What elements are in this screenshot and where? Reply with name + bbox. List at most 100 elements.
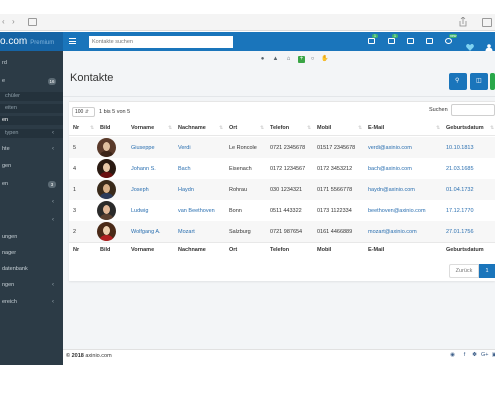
sidebar-item[interactable]: chüler [0, 92, 63, 101]
cell-geburtsdatum[interactable]: 27.01.1756 [446, 229, 474, 235]
sort-icon: ⇅ [90, 125, 95, 131]
cell-nr: 1 [73, 187, 77, 193]
cell-email[interactable]: haydn@axinio.com [368, 187, 415, 193]
cell-email[interactable]: bach@axinio.com [368, 166, 412, 172]
sidebar-item[interactable]: ngen ‹ [0, 281, 63, 290]
sidebar-toggle-icon[interactable] [28, 18, 37, 26]
cell-email[interactable]: beethoven@axinio.com [368, 208, 426, 214]
company-link[interactable]: axinio.com [85, 353, 111, 359]
cell-nachname[interactable]: Bach [178, 166, 191, 172]
sidebar-item[interactable]: ‹ [0, 198, 63, 207]
cell-vorname[interactable]: Ludwig [131, 208, 148, 214]
sort-icon: ⇅ [168, 125, 173, 131]
sidebar-item[interactable]: ereich ‹ [0, 298, 63, 307]
tabs-icon[interactable] [482, 18, 492, 27]
avatar[interactable] [97, 180, 116, 199]
column-header-bild[interactable]: Bild [100, 125, 110, 131]
instagram-icon[interactable]: ▣ [491, 352, 495, 359]
search-button[interactable]: ⚲ [449, 73, 467, 90]
list-icon[interactable] [407, 38, 415, 45]
avatar[interactable] [97, 201, 116, 220]
table-search-input[interactable] [451, 104, 495, 116]
sidebar-item[interactable]: datenbank [0, 265, 63, 274]
twitter-icon[interactable]: ✽ [471, 352, 478, 359]
search-icon[interactable]: ○ [309, 56, 316, 63]
pagination-current[interactable]: 1 [479, 264, 495, 278]
hand-icon[interactable]: ✋ [321, 56, 328, 63]
sidebar-item[interactable]: eiten [0, 104, 63, 113]
column-header-telefon[interactable]: Telefon [270, 125, 289, 131]
column-header-geburtsdatum[interactable]: Geburtsdatum [446, 125, 484, 131]
cell-email[interactable]: mozart@axinio.com [368, 229, 417, 235]
sidebar-item-label: ungen [2, 234, 18, 240]
card-icon[interactable] [426, 38, 434, 45]
sidebar-item-label: hte [2, 146, 10, 152]
wordpress-icon[interactable]: ◉ [449, 352, 456, 359]
column-header-email[interactable]: E-Mail [368, 125, 384, 131]
cell-nachname[interactable]: Haydn [178, 187, 194, 193]
cell-mobil: 0172 3453212 [317, 166, 353, 172]
cell-geburtsdatum[interactable]: 21.03.1685 [446, 166, 474, 172]
avatar[interactable] [97, 222, 116, 241]
column-header-vorname[interactable]: Vorname [131, 125, 154, 131]
sidebar-item[interactable]: en 3 [0, 180, 63, 189]
calendar-icon[interactable]: 1 [368, 34, 378, 45]
menu-toggle-icon[interactable] [69, 38, 76, 44]
cell-vorname[interactable]: Giuseppe [131, 145, 155, 151]
add-button[interactable] [490, 73, 495, 90]
calendar-add-icon[interactable]: 1 [388, 34, 398, 45]
sidebar-item[interactable]: gen [0, 162, 63, 171]
cell-geburtsdatum[interactable]: 17.12.1770 [446, 208, 474, 214]
cell-nachname[interactable]: Mozart [178, 229, 195, 235]
share-icon[interactable] [459, 17, 467, 27]
cell-geburtsdatum[interactable]: 01.04.1732 [446, 187, 474, 193]
columns-icon: ◫ [476, 78, 482, 84]
forward-icon[interactable]: › [12, 18, 20, 26]
avatar[interactable] [97, 159, 116, 178]
search-input[interactable] [89, 36, 233, 48]
cell-nachname[interactable]: van Beethoven [178, 208, 215, 214]
pagination-prev[interactable]: Zurück [449, 264, 479, 278]
cell-nachname[interactable]: Verdi [178, 145, 191, 151]
plus-icon[interactable]: + [298, 56, 305, 63]
column-header-mobil[interactable]: Mobil [317, 125, 331, 131]
sidebar-item[interactable]: e 16 [0, 77, 63, 86]
heart-icon[interactable] [466, 38, 474, 51]
column-header-nachname[interactable]: Nachname [178, 125, 206, 131]
cell-vorname[interactable]: Johann S. [131, 166, 156, 172]
google-plus-icon[interactable]: G+ [481, 352, 489, 359]
sidebar-item[interactable]: hte ‹ [0, 145, 63, 154]
group-icon[interactable]: ● [259, 56, 266, 63]
facebook-icon[interactable]: f [461, 352, 468, 359]
back-icon[interactable]: ‹ [2, 18, 10, 26]
column-footer-bild: Bild [100, 247, 111, 253]
sidebar-item[interactable]: ungen [0, 233, 63, 242]
cell-vorname[interactable]: Joseph [131, 187, 149, 193]
graduation-cap-icon[interactable]: ▲ [272, 56, 279, 63]
page-title: Kontakte [70, 72, 114, 84]
user-icon[interactable] [485, 38, 493, 51]
cell-mobil: 0161 4466889 [317, 229, 353, 235]
avatar[interactable] [97, 138, 116, 157]
whatsapp-icon[interactable]: new [445, 34, 458, 45]
sidebar-item[interactable]: typen ‹ [0, 129, 63, 138]
page-length-select[interactable]: 100 ⇵ [72, 107, 95, 117]
column-header-nr[interactable]: Nr [73, 125, 79, 131]
cell-vorname[interactable]: Wolfgang A. [131, 229, 161, 235]
cell-email[interactable]: verdi@axinio.com [368, 145, 412, 151]
column-header-ort[interactable]: Ort [229, 125, 237, 131]
sort-icon: ⇅ [219, 125, 224, 131]
columns-button[interactable]: ◫ [470, 73, 488, 90]
brand-logo[interactable]: o.com Premium [0, 32, 63, 51]
sidebar-item-label: eiten [5, 105, 17, 111]
sort-icon: ⇅ [260, 125, 265, 131]
sidebar-item[interactable]: ‹ [0, 216, 63, 225]
sidebar-item[interactable]: rd [0, 59, 63, 68]
cell-geburtsdatum[interactable]: 10.10.1813 [446, 145, 474, 151]
sidebar-item[interactable]: nager [0, 249, 63, 258]
cell-ort: Eisenach [229, 166, 252, 172]
institution-icon[interactable]: ⌂ [285, 56, 292, 63]
sidebar-item-badge: 3 [48, 181, 56, 188]
column-footer-ort: Ort [229, 247, 238, 253]
sidebar-item[interactable]: en [0, 116, 63, 125]
